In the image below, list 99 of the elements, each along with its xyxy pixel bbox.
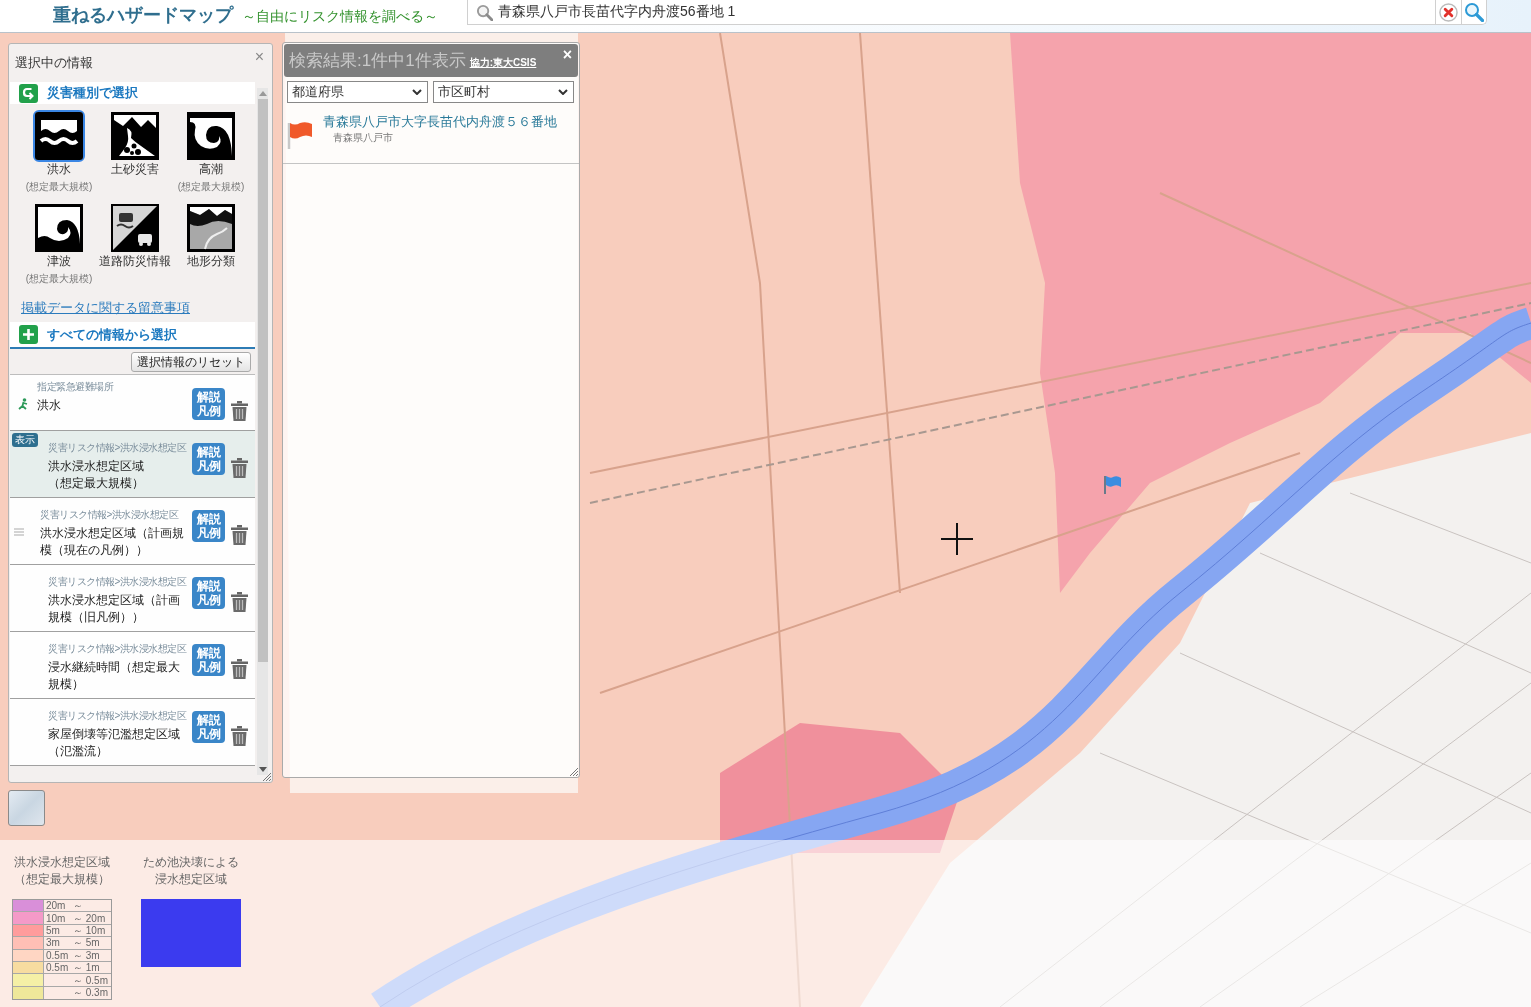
layer-name: （想定最大規模） [48,475,144,492]
drag-handle-icon[interactable] [14,528,24,536]
flag-icon[interactable] [1103,475,1121,494]
scroll-down-icon[interactable] [258,767,267,772]
layer-item[interactable]: 災害リスク情報>洪水浸水想定区 洪水浸水想定区域（計画規模（旧凡例）） 解説凡例 [10,565,255,632]
layer-category: 災害リスク情報>洪水浸水想定区 [48,709,188,723]
hazard-button[interactable]: 津波 (想定最大規模) [21,202,97,288]
layer-name: 洪水浸水想定区域（計画規模（現在の凡例）） [40,525,185,559]
legend-label: 0.5m [45,962,70,974]
legend-label: ～ [73,900,83,912]
caret-icon [558,89,568,95]
status-badge: 表示 [12,433,38,447]
layer-item[interactable]: 災害リスク情報>洪水浸水想定区 洪水浸水想定区域（計画規模（現在の凡例）） 解説凡例 [10,498,255,565]
layer-category: 災害リスク情報>洪水浸水想定区 [48,441,188,455]
layer-name: 浸水継続時間（想定最大規模） [48,659,181,693]
landslide-icon [111,112,159,160]
close-button[interactable]: × [562,47,572,63]
resize-handle-icon[interactable] [263,773,271,781]
reset-button[interactable]: 選択情報のリセット [131,352,251,372]
legend-label: ～ 5m [73,937,100,949]
clear-button[interactable] [1435,0,1461,25]
prefecture-select[interactable]: 都道府県 [287,81,428,103]
waves-icon [35,112,83,160]
legend-label: ～ 1m [73,962,100,974]
trash-icon[interactable] [231,659,248,679]
scrollbar[interactable] [257,88,268,775]
layer-item[interactable]: 表示 災害リスク情報>洪水浸水想定区 洪水浸水想定区域 （想定最大規模） 解説凡例 [10,431,255,498]
legend-button[interactable]: 解説凡例 [192,443,225,475]
legend-label: 20m [45,900,67,912]
section-header[interactable]: 災害種別で選択 [10,82,255,104]
legend-button[interactable]: 解説凡例 [192,577,225,609]
layer-category: 指定緊急避難場所 [37,380,115,394]
legend-title: 浸水想定区域 [155,871,227,888]
hazard-button[interactable]: 土砂災害 [97,110,173,196]
plus-icon [19,325,38,344]
section-header[interactable]: すべての情報から選択 [10,322,255,349]
panel-title: 選択中の情報 [15,55,93,71]
credit-link[interactable]: 協力:東大CSIS [469,55,537,70]
hazard-button[interactable]: 洪水 (想定最大規模) [21,110,97,196]
hazard-button[interactable]: 高潮 (想定最大規模) [173,110,249,196]
notice-link[interactable]: 掲載データに関する留意事項 [21,300,190,316]
layer-category: 災害リスク情報>洪水浸水想定区 [40,508,180,522]
wave-icon [187,112,235,160]
layer-category: 災害リスク情報>洪水浸水想定区 [48,642,188,656]
layer-item[interactable]: 指定緊急避難場所 洪水 解説凡例 [10,375,255,431]
section-title: すべての情報から選択 [47,325,177,344]
scrollbar-thumb[interactable] [257,99,268,662]
trash-icon[interactable] [231,525,248,545]
legend-label: 0.5m [45,949,70,961]
caret-icon [412,89,422,95]
legend-title: ため池決壊による [143,854,239,871]
legend-label: ～ 0.3m [73,987,108,999]
hazard-button[interactable]: 道路防災情報 [97,202,173,288]
search-icon [1464,2,1484,22]
legend-button[interactable]: 解説凡例 [192,388,225,420]
scroll-up-icon[interactable] [258,91,267,96]
legend-title: 洪水浸水想定区域 [14,854,110,871]
results-title: 検索結果:1件中1件表示 [289,50,466,72]
search-icon [476,3,493,21]
trash-icon[interactable] [231,401,248,421]
legend-label: 3m [45,937,61,949]
section-title: 災害種別で選択 [47,84,138,102]
layer-item[interactable]: 災害リスク情報>洪水浸水想定区 家屋倒壊等氾濫想定区域（氾濫流） 解説凡例 [10,699,255,766]
legend-label: ～ 20m [73,912,106,924]
layer-name: 洪水浸水想定区域 [48,458,144,475]
legend-label: 5m [45,924,61,936]
trash-icon[interactable] [231,726,248,746]
legend-label: ～ 10m [73,924,106,936]
crosshair-icon [941,523,973,555]
legend-button[interactable]: 解説凡例 [192,644,225,676]
result-link[interactable]: 青森県八戸市大字長苗代内舟渡５６番地 [323,113,557,131]
map-thumbnail-button[interactable] [8,790,45,826]
person-icon [18,398,28,410]
search-field[interactable]: 青森県八戸市長苗代字内舟渡56番地 1 [467,0,1435,25]
layer-name: 洪水浸水想定区域（計画規模（旧凡例）） [48,592,181,626]
legend-label: ～ 3m [73,949,100,961]
app-subtitle: ～自由にリスク情報を調べる～ [242,7,438,25]
wave-icon [35,204,83,252]
app-title: 重ねるハザードマップ [53,4,233,26]
mountains-icon [187,204,235,252]
result-area: 青森県八戸市 [323,131,557,144]
layer-name: 家屋倒壊等氾濫想定区域（氾濫流） [48,726,181,760]
flag-icon [287,121,312,149]
layer-name: 洪水 [37,397,61,414]
legend-button[interactable]: 解説凡例 [192,711,225,743]
search-button[interactable] [1461,0,1487,25]
layer-item[interactable]: 災害リスク情報>洪水浸水想定区 浸水継続時間（想定最大規模） 解説凡例 [10,632,255,699]
legend-label: 10m [45,912,67,924]
city-select[interactable]: 市区町村 [433,81,574,103]
legend-button[interactable]: 解説凡例 [192,510,225,542]
legend-title: （想定最大規模） [14,871,110,888]
clear-icon [1439,2,1458,22]
cars-icon [111,204,159,252]
trash-icon[interactable] [231,458,248,478]
legend-label: ～ 0.5m [73,974,108,986]
trash-icon[interactable] [231,592,248,612]
resize-handle-icon[interactable] [570,768,578,776]
layer-category: 災害リスク情報>洪水浸水想定区 [48,575,188,589]
hazard-button[interactable]: 地形分類 [173,202,249,288]
